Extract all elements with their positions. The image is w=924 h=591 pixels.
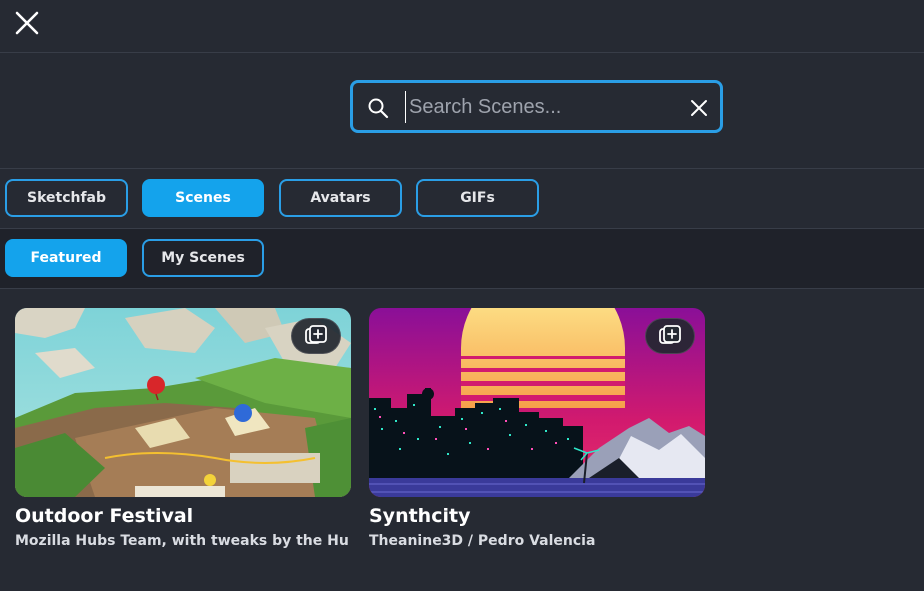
tab-scenes[interactable]: Scenes: [142, 179, 264, 217]
synthcity-thumbnail[interactable]: [369, 308, 705, 497]
search-area: [0, 53, 924, 169]
clear-search-icon[interactable]: [690, 99, 708, 117]
scene-attribution: Mozilla Hubs Team, with tweaks by the Hu: [15, 533, 349, 549]
filter-tabs: Featured My Scenes: [0, 229, 924, 289]
scene-attribution: Theanine3D / Pedro Valencia: [369, 533, 596, 549]
tab-avatars[interactable]: Avatars: [279, 179, 402, 217]
add-scene-button[interactable]: [291, 318, 341, 354]
close-icon: [15, 11, 39, 35]
search-icon: [368, 98, 389, 119]
scene-title: Outdoor Festival: [15, 505, 194, 527]
tab-featured[interactable]: Featured: [5, 239, 127, 277]
scene-card[interactable]: Synthcity Theanine3D / Pedro Valencia: [369, 308, 705, 549]
outdoor-festival-thumbnail[interactable]: [15, 308, 351, 497]
close-button[interactable]: [14, 10, 40, 36]
add-scene-button[interactable]: [645, 318, 695, 354]
source-tabs: Sketchfab Scenes Avatars GIFs: [0, 169, 924, 229]
tab-gifs[interactable]: GIFs: [416, 179, 539, 217]
tab-sketchfab[interactable]: Sketchfab: [5, 179, 128, 217]
top-bar: [0, 0, 924, 53]
scene-card[interactable]: Outdoor Festival Mozilla Hubs Team, with…: [15, 308, 351, 549]
search-box[interactable]: [350, 80, 723, 133]
add-to-room-icon: [305, 325, 327, 344]
add-to-room-icon: [659, 325, 681, 344]
search-input[interactable]: [405, 91, 675, 123]
tab-my-scenes[interactable]: My Scenes: [142, 239, 264, 277]
scene-title: Synthcity: [369, 505, 471, 527]
